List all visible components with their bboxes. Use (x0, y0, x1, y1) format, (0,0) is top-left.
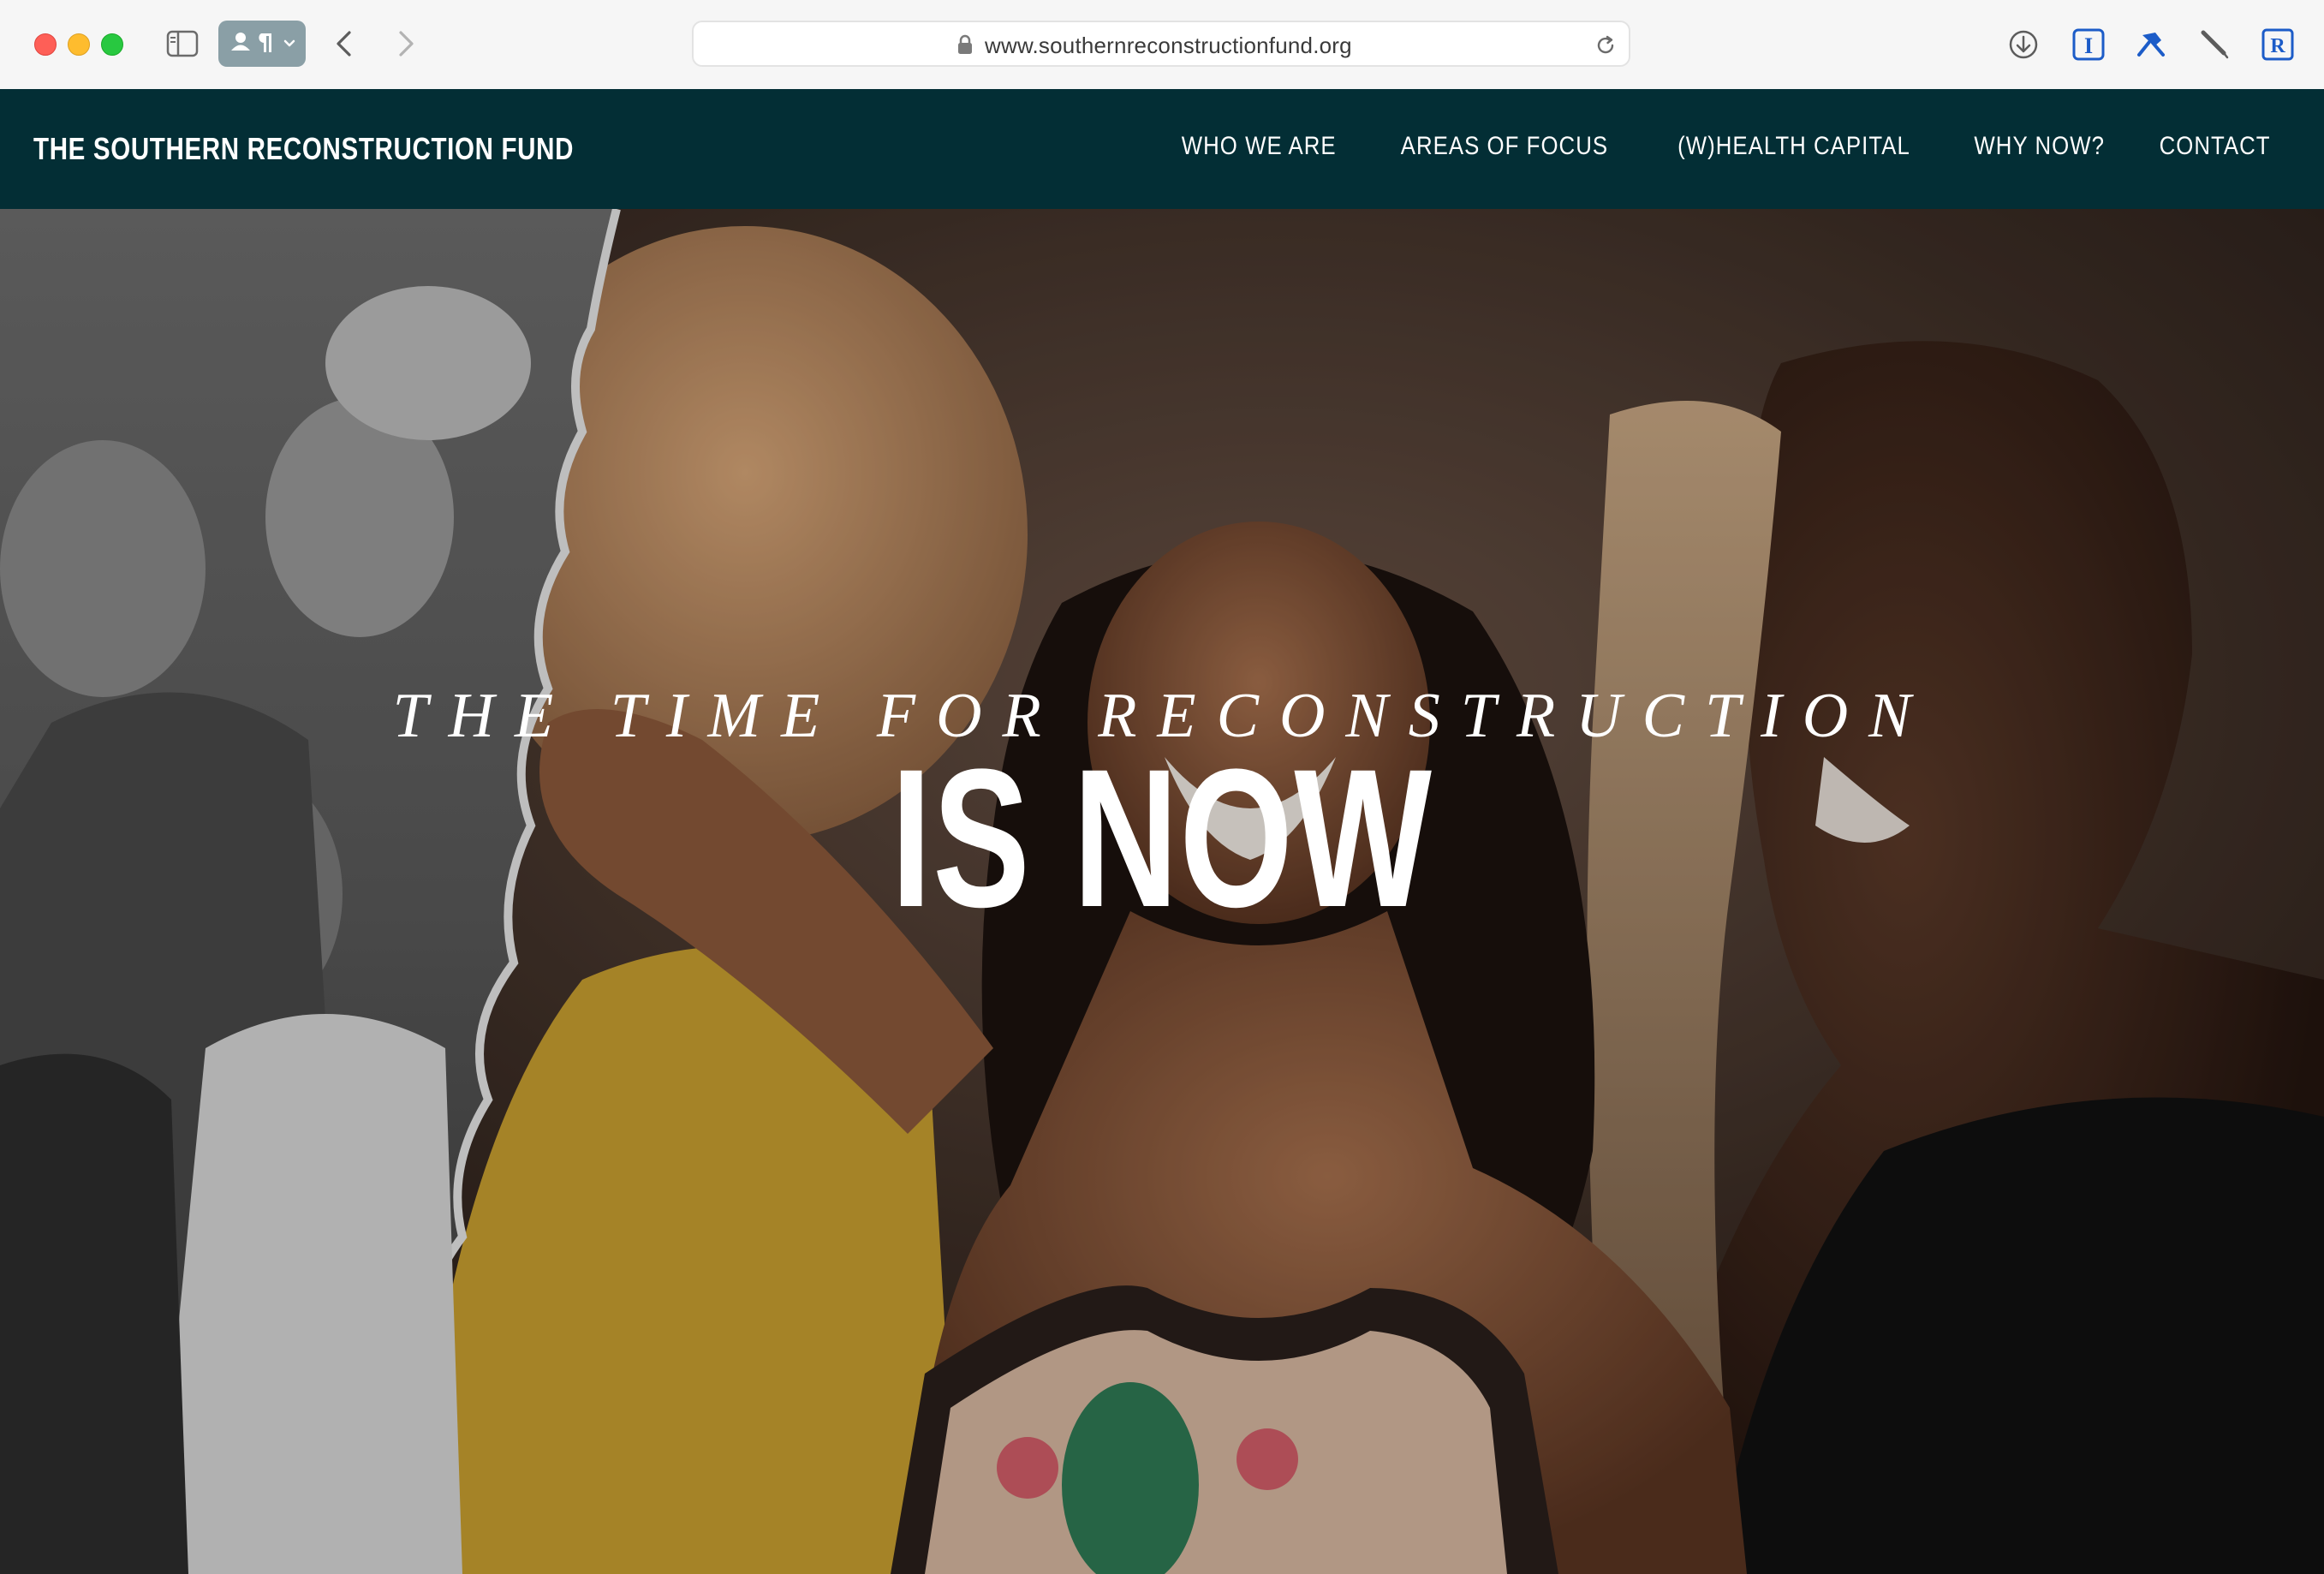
nav-who-we-are[interactable]: WHO WE ARE (1182, 132, 1337, 161)
svg-text:R: R (2270, 35, 2285, 57)
sidebar-icon[interactable] (166, 29, 199, 58)
minimize-window-button[interactable] (68, 33, 90, 56)
url-text: www.southernreconstructionfund.org (985, 33, 1352, 58)
close-window-button[interactable] (34, 33, 57, 56)
zoom-window-button[interactable] (101, 33, 123, 56)
readwise-icon[interactable]: R (2261, 27, 2295, 62)
site-logo[interactable]: THE SOUTHERN RECONSTRUCTION FUND (33, 131, 574, 167)
address-bar[interactable]: www.southernreconstructionfund.org (692, 21, 1630, 67)
browser-window: www.southernreconstructionfund.org I R T… (0, 0, 2324, 1574)
site-header: THE SOUTHERN RECONSTRUCTION FUND WHO WE … (0, 89, 2324, 209)
svg-text:I: I (2084, 33, 2093, 58)
profile-switcher-button[interactable] (218, 21, 306, 67)
browser-toolbar: www.southernreconstructionfund.org I R (0, 0, 2324, 90)
download-icon[interactable] (2006, 27, 2041, 62)
reload-icon[interactable] (1593, 33, 1618, 58)
chevron-left-icon[interactable] (327, 26, 363, 62)
hero-section: THE TIME FOR RECONSTRUCTION IS NOW (0, 209, 2324, 1574)
nav-why-now[interactable]: WHY NOW? (1975, 132, 2106, 161)
paragraph-icon (259, 33, 271, 52)
pen-icon[interactable] (2197, 27, 2232, 62)
nav-areas-of-focus[interactable]: AREAS OF FOCUS (1400, 132, 1607, 161)
profile-icon (231, 33, 250, 51)
lock-icon (956, 33, 974, 56)
hero-headline: IS NOW (891, 728, 1433, 948)
instapaper-icon[interactable]: I (2071, 27, 2106, 62)
chevron-down-icon (283, 39, 295, 47)
pin-icon[interactable] (2134, 27, 2168, 62)
chevron-right-icon[interactable] (387, 26, 423, 62)
main-nav: WHO WE ARE AREAS OF FOCUS (W)HEALTH CAPI… (1169, 132, 2279, 161)
nav-whealth-capital[interactable]: (W)HEALTH CAPITAL (1678, 132, 1911, 161)
nav-contact[interactable]: CONTACT (2159, 132, 2270, 161)
